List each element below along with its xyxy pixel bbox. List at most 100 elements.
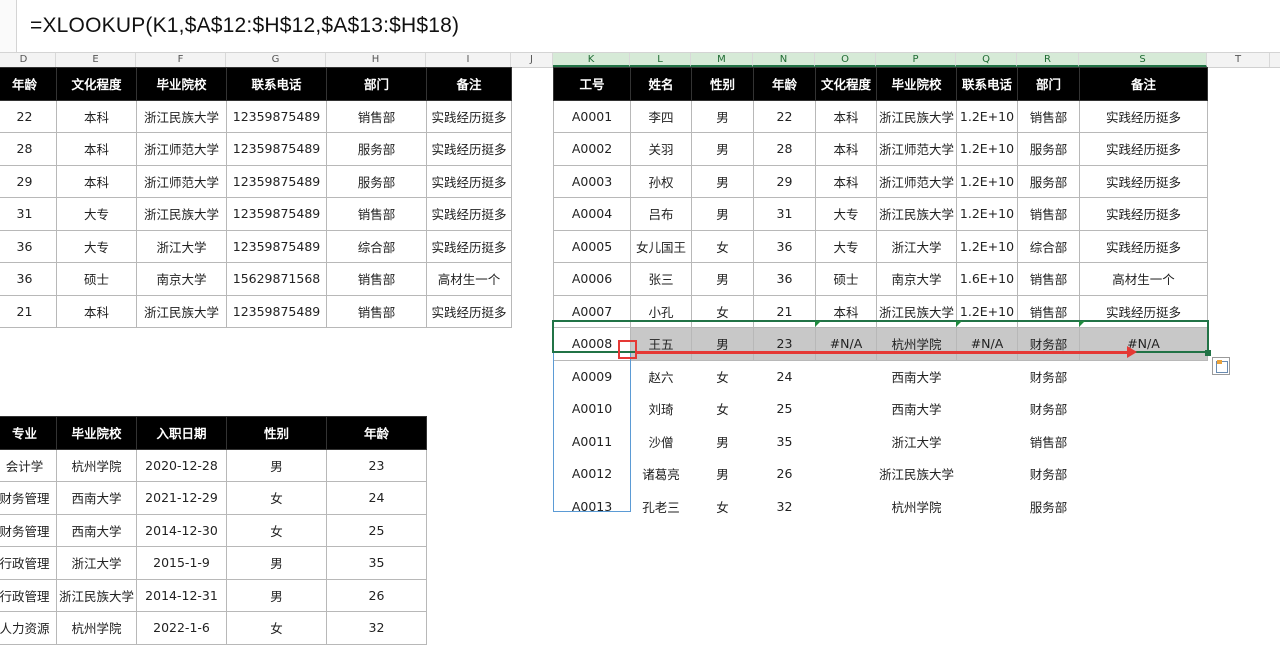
error-indicator-icon[interactable] — [956, 321, 962, 327]
autofill-options-icon[interactable] — [1212, 357, 1230, 375]
table-cell[interactable]: 行政管理 — [0, 578, 57, 612]
fill-handle[interactable] — [1205, 350, 1211, 356]
table-cell[interactable]: 32 — [754, 490, 816, 523]
table-cell[interactable]: 32 — [326, 611, 427, 645]
header-cell[interactable]: 部门 — [326, 67, 427, 101]
table-cell[interactable]: 女 — [226, 481, 327, 515]
table-cell[interactable]: 沙僧 — [631, 425, 692, 458]
table-cell[interactable] — [816, 458, 877, 491]
header-cell[interactable]: 文化程度 — [56, 67, 137, 101]
header-cell[interactable]: 年龄 — [0, 67, 57, 101]
header-cell[interactable]: 毕业院校 — [56, 416, 137, 450]
table-cell[interactable]: 本科 — [56, 99, 137, 133]
header-cell[interactable]: 年龄 — [753, 67, 816, 101]
table-cell[interactable]: #N/A — [815, 327, 877, 361]
column-header-o[interactable]: O — [815, 53, 876, 67]
table-cell[interactable]: 本科 — [815, 132, 877, 166]
table-cell[interactable]: 浙江师范大学 — [136, 132, 227, 166]
table-cell[interactable]: 本科 — [56, 294, 137, 328]
table-cell[interactable]: 28 — [753, 132, 816, 166]
header-cell[interactable]: 文化程度 — [815, 67, 877, 101]
table-cell[interactable]: 12359875489 — [226, 197, 327, 231]
table-cell[interactable]: 36 — [0, 229, 57, 263]
table-cell[interactable]: 12359875489 — [226, 294, 327, 328]
column-header-p[interactable]: P — [876, 53, 956, 67]
table-cell[interactable]: 实践经历挺多 — [426, 294, 512, 328]
table-cell[interactable]: 23 — [753, 327, 816, 361]
table-cell[interactable]: 服务部 — [1018, 490, 1080, 523]
header-cell[interactable]: 专业 — [0, 416, 57, 450]
table-cell[interactable]: 1.2E+10 — [956, 294, 1018, 328]
table-cell[interactable]: 36 — [753, 229, 816, 263]
table-cell[interactable]: 张三 — [630, 262, 692, 296]
table-cell[interactable]: 大专 — [815, 197, 877, 231]
table-cell[interactable]: A0011 — [554, 425, 631, 458]
table-cell[interactable]: 服务部 — [326, 164, 427, 198]
table-cell[interactable]: 财务管理 — [0, 513, 57, 547]
table-cell[interactable]: 1.2E+10 — [956, 229, 1018, 263]
table-cell[interactable]: 实践经历挺多 — [426, 132, 512, 166]
table-cell[interactable]: 男 — [226, 448, 327, 482]
table-cell[interactable]: 财务管理 — [0, 481, 57, 515]
table-cell[interactable]: 实践经历挺多 — [1079, 294, 1208, 328]
table-cell[interactable]: 男 — [691, 164, 754, 198]
table-cell[interactable]: 财务部 — [1018, 360, 1080, 393]
table-cell[interactable]: 浙江民族大学 — [136, 197, 227, 231]
table-cell[interactable]: 硕士 — [815, 262, 877, 296]
table-cell[interactable]: 女儿国王 — [630, 229, 692, 263]
table-cell[interactable]: 浙江民族大学 — [877, 458, 957, 491]
table-cell[interactable]: A0007 — [553, 294, 631, 328]
table-cell[interactable]: 销售部 — [1017, 99, 1080, 133]
table-cell[interactable]: 杭州学院 — [56, 448, 137, 482]
table-cell[interactable]: 女 — [692, 490, 754, 523]
table-cell[interactable]: 25 — [326, 513, 427, 547]
header-cell[interactable]: 工号 — [553, 67, 631, 101]
table-cell[interactable] — [1080, 393, 1208, 426]
table-cell[interactable]: 李四 — [630, 99, 692, 133]
table-cell[interactable]: 31 — [0, 197, 57, 231]
table-cell[interactable]: 26 — [326, 578, 427, 612]
table-cell[interactable]: 2014-12-30 — [136, 513, 227, 547]
table-cell[interactable]: 销售部 — [1017, 262, 1080, 296]
table-cell[interactable]: 本科 — [56, 164, 137, 198]
table-cell[interactable]: 22 — [0, 99, 57, 133]
table-cell[interactable]: 36 — [0, 262, 57, 296]
table-cell[interactable]: 大专 — [56, 197, 137, 231]
table-cell[interactable]: 35 — [326, 546, 427, 580]
table-cell[interactable]: 人力资源 — [0, 611, 57, 645]
table-cell[interactable]: 24 — [326, 481, 427, 515]
table-cell[interactable]: 杭州学院 — [56, 611, 137, 645]
table-cell[interactable]: 1.2E+10 — [956, 197, 1018, 231]
table-cell[interactable]: 西南大学 — [877, 360, 957, 393]
table-cell[interactable]: 2022-1-6 — [136, 611, 227, 645]
table-cell[interactable]: 23 — [326, 448, 427, 482]
column-header-m[interactable]: M — [691, 53, 753, 67]
table-cell[interactable]: A0001 — [553, 99, 631, 133]
column-header-r[interactable]: R — [1017, 53, 1079, 67]
table-cell[interactable]: A0010 — [554, 393, 631, 426]
header-cell[interactable]: 入职日期 — [136, 416, 227, 450]
table-cell[interactable] — [816, 393, 877, 426]
table-cell[interactable]: 综合部 — [1017, 229, 1080, 263]
table-cell[interactable]: 浙江民族大学 — [876, 294, 957, 328]
table-cell[interactable]: 1.2E+10 — [956, 132, 1018, 166]
table-cell[interactable]: 销售部 — [1017, 294, 1080, 328]
header-cell[interactable]: 毕业院校 — [136, 67, 227, 101]
table-cell[interactable]: 销售部 — [1018, 425, 1080, 458]
table-cell[interactable] — [816, 425, 877, 458]
table-cell[interactable]: 高材生一个 — [1079, 262, 1208, 296]
table-cell[interactable]: 吕布 — [630, 197, 692, 231]
table-cell[interactable]: 高材生一个 — [426, 262, 512, 296]
error-indicator-icon[interactable] — [815, 321, 821, 327]
table-cell[interactable]: 销售部 — [326, 99, 427, 133]
column-header-i[interactable]: I — [426, 53, 511, 67]
table-cell[interactable]: 实践经历挺多 — [426, 164, 512, 198]
column-header-q[interactable]: Q — [956, 53, 1017, 67]
table-cell[interactable]: 实践经历挺多 — [1079, 164, 1208, 198]
table-cell[interactable]: 浙江师范大学 — [136, 164, 227, 198]
table-cell[interactable]: 行政管理 — [0, 546, 57, 580]
column-header-f[interactable]: F — [136, 53, 226, 67]
error-indicator-icon[interactable] — [1079, 321, 1085, 327]
table-cell[interactable]: 实践经历挺多 — [1079, 229, 1208, 263]
table-cell[interactable]: 男 — [691, 197, 754, 231]
